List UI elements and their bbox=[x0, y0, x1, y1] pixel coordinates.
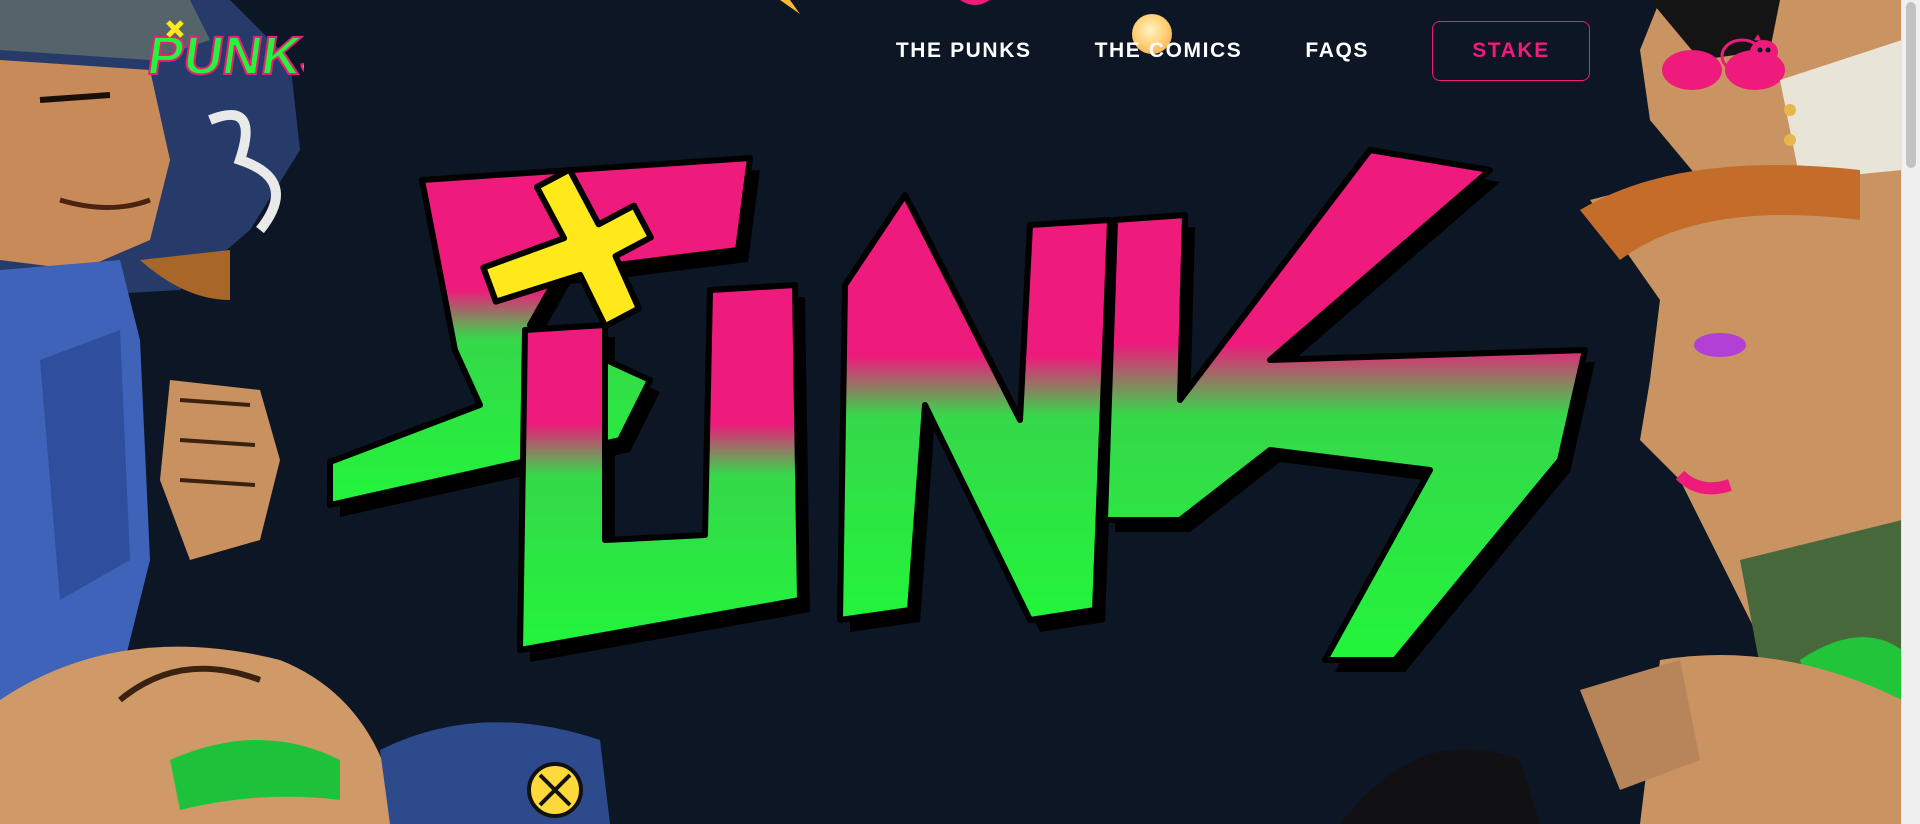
nav-link-the-punks[interactable]: THE PUNKS bbox=[896, 39, 1032, 63]
nav-link-faqs[interactable]: FAQS bbox=[1305, 39, 1369, 63]
hero-punks-logo bbox=[327, 147, 1595, 672]
bald-masked-character bbox=[0, 646, 610, 824]
punks-logo[interactable]: PUNKS bbox=[148, 14, 304, 88]
nav-link-the-comics[interactable]: THE COMICS bbox=[1095, 39, 1243, 63]
page: PUNKS THE PUNKS THE COMICS FAQS STAKE bbox=[0, 0, 1902, 824]
pig-bank-icon[interactable] bbox=[1714, 30, 1786, 78]
main-nav: THE PUNKS THE COMICS FAQS STAKE bbox=[833, 20, 1590, 82]
stake-button[interactable]: STAKE bbox=[1432, 21, 1590, 81]
scrollbar-thumb[interactable] bbox=[1906, 2, 1916, 168]
page-scrollbar[interactable] bbox=[1901, 0, 1920, 824]
pipe-detective-character bbox=[0, 0, 300, 700]
comic-characters-art bbox=[0, 0, 1902, 824]
